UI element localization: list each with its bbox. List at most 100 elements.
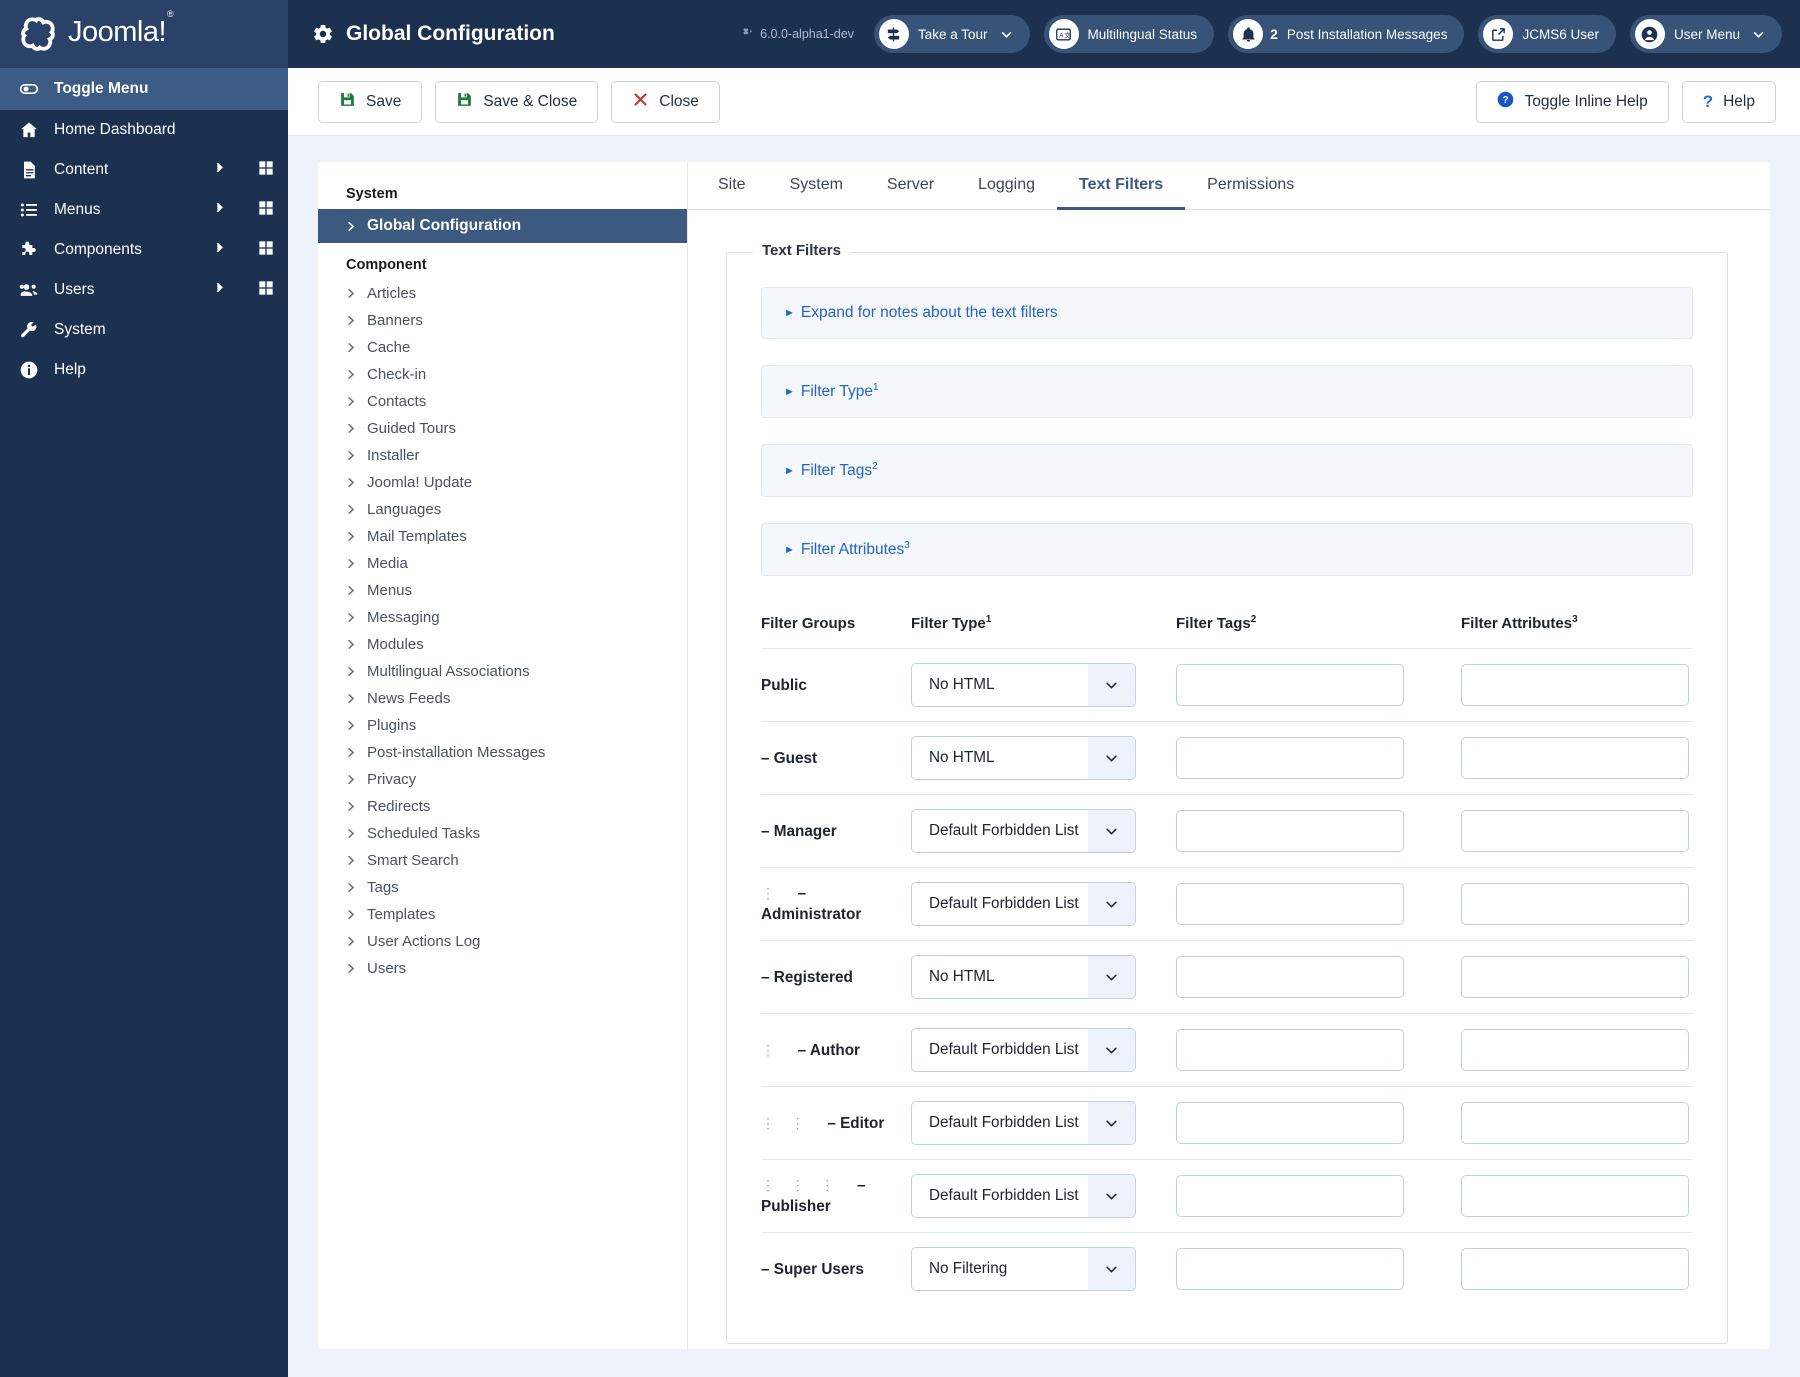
user-menu-button[interactable]: User Menu [1629, 15, 1782, 53]
accordion-filter-attributes[interactable]: ► Filter Attributes3 [761, 523, 1693, 577]
filter-tags-input-manager[interactable] [1176, 810, 1404, 853]
sidebar-item-content[interactable]: Content [0, 150, 288, 190]
config-item-post-installation-messages[interactable]: Post-installation Messages [318, 739, 687, 766]
filter-tags-input-publisher[interactable] [1176, 1175, 1404, 1218]
config-item-messaging[interactable]: Messaging [318, 604, 687, 631]
config-item-mail-templates[interactable]: Mail Templates [318, 523, 687, 550]
filter-type-select-publisher[interactable]: Default Forbidden List [911, 1174, 1136, 1219]
config-item-tags[interactable]: Tags [318, 874, 687, 901]
filter-type-select-manager[interactable]: Default Forbidden List [911, 809, 1136, 854]
config-item-guided-tours[interactable]: Guided Tours [318, 415, 687, 442]
config-item-news-feeds[interactable]: News Feeds [318, 685, 687, 712]
config-item-plugins[interactable]: Plugins [318, 712, 687, 739]
config-item-menus[interactable]: Menus [318, 577, 687, 604]
close-button[interactable]: Close [611, 80, 720, 123]
tab-permissions[interactable]: Permissions [1185, 162, 1316, 210]
accordion-filter-tags[interactable]: ► Filter Tags2 [761, 444, 1693, 498]
config-item-installer[interactable]: Installer [318, 442, 687, 469]
config-item-smart-search[interactable]: Smart Search [318, 847, 687, 874]
save-button[interactable]: Save [318, 80, 423, 123]
filter-attributes-input-administrator[interactable] [1461, 883, 1689, 926]
config-item-templates[interactable]: Templates [318, 901, 687, 928]
sidebar-item-components[interactable]: Components [0, 230, 288, 270]
grid-dashboard-icon[interactable] [258, 280, 274, 301]
config-item-privacy[interactable]: Privacy [318, 766, 687, 793]
config-item-user-actions-log[interactable]: User Actions Log [318, 928, 687, 955]
filter-type-select-administrator[interactable]: Default Forbidden List [911, 882, 1136, 927]
filter-attributes-input-registered[interactable] [1461, 956, 1689, 999]
config-item-articles[interactable]: Articles [318, 280, 687, 307]
filter-type-select-super-users[interactable]: No Filtering [911, 1247, 1136, 1292]
sidebar-item-help[interactable]: Help [0, 350, 288, 390]
chevron-right-icon[interactable] [213, 201, 226, 219]
config-item-contacts[interactable]: Contacts [318, 388, 687, 415]
filter-attributes-input-editor[interactable] [1461, 1102, 1689, 1145]
config-item-media[interactable]: Media [318, 550, 687, 577]
question-mark-icon: ? [1702, 91, 1714, 111]
text-filters-table-body: Public No HTML – Guest No HTML – Manager Defa… [761, 648, 1693, 1306]
toggle-inline-help-button[interactable]: ? Toggle Inline Help [1476, 80, 1669, 123]
save-and-close-button[interactable]: Save & Close [435, 80, 599, 123]
accordion-notes[interactable]: ► Expand for notes about the text filters [761, 287, 1693, 339]
tab-logging[interactable]: Logging [956, 162, 1057, 210]
tab-system[interactable]: System [768, 162, 865, 210]
filter-type-value: Default Forbidden List [929, 822, 1079, 840]
filter-type-select-author[interactable]: Default Forbidden List [911, 1028, 1136, 1073]
filter-tags-input-guest[interactable] [1176, 737, 1404, 780]
multilingual-status-button[interactable]: A文 Multilingual Status [1043, 15, 1215, 53]
sidebar-item-users[interactable]: Users [0, 270, 288, 310]
filter-type-select-registered[interactable]: No HTML [911, 955, 1136, 1000]
filter-attributes-input-public[interactable] [1461, 664, 1689, 707]
config-item-banners[interactable]: Banners [318, 307, 687, 334]
chevron-right-icon[interactable] [213, 161, 226, 179]
grid-dashboard-icon[interactable] [258, 240, 274, 261]
filter-tags-input-super-users[interactable] [1176, 1248, 1404, 1291]
filter-tags-input-author[interactable] [1176, 1029, 1404, 1072]
post-installation-messages-button[interactable]: 2 Post Installation Messages [1228, 15, 1465, 53]
home-icon [18, 120, 40, 140]
help-button[interactable]: ? Help [1681, 80, 1776, 123]
tab-text-filters[interactable]: Text Filters [1057, 162, 1186, 210]
filter-attributes-input-publisher[interactable] [1461, 1175, 1689, 1218]
tab-server[interactable]: Server [865, 162, 956, 210]
take-a-tour-button[interactable]: Take a Tour [873, 15, 1030, 53]
config-item-check-in[interactable]: Check-in [318, 361, 687, 388]
filter-attributes-input-author[interactable] [1461, 1029, 1689, 1072]
filter-type-select-public[interactable]: No HTML [911, 663, 1136, 708]
config-item-users[interactable]: Users [318, 955, 687, 982]
brand-area[interactable]: Joomla!® [0, 0, 288, 68]
filter-type-value: Default Forbidden List [929, 1114, 1079, 1132]
filter-attributes-input-guest[interactable] [1461, 737, 1689, 780]
action-toolbar: Save Save & Close Close ? Toggle Inline … [288, 68, 1800, 136]
config-item-joomla-update[interactable]: Joomla! Update [318, 469, 687, 496]
sidebar-item-home-dashboard[interactable]: Home Dashboard [0, 110, 288, 150]
config-item-redirects[interactable]: Redirects [318, 793, 687, 820]
sidebar-item-system[interactable]: System [0, 310, 288, 350]
filter-type-select-editor[interactable]: Default Forbidden List [911, 1101, 1136, 1146]
site-preview-button[interactable]: JCMS6 User [1478, 15, 1616, 53]
sidebar-item-toggle-menu[interactable]: Toggle Menu [0, 68, 288, 110]
filter-tags-input-editor[interactable] [1176, 1102, 1404, 1145]
accordion-filter-type[interactable]: ► Filter Type1 [761, 365, 1693, 419]
config-component-items: Articles Banners Cache Check-in Contacts Guid… [318, 280, 687, 982]
config-item-cache[interactable]: Cache [318, 334, 687, 361]
filter-tags-input-administrator[interactable] [1176, 883, 1404, 926]
filter-tags-input-registered[interactable] [1176, 956, 1404, 999]
filter-attributes-input-manager[interactable] [1461, 810, 1689, 853]
grid-dashboard-icon[interactable] [258, 200, 274, 221]
config-item-languages[interactable]: Languages [318, 496, 687, 523]
filter-type-select-guest[interactable]: No HTML [911, 736, 1136, 781]
config-item-scheduled-tasks[interactable]: Scheduled Tasks [318, 820, 687, 847]
config-item-global-configuration[interactable]: Global Configuration [318, 209, 687, 243]
filter-tags-input-public[interactable] [1176, 664, 1404, 707]
chevron-right-icon[interactable] [213, 281, 226, 299]
chevron-right-icon[interactable] [213, 241, 226, 259]
grid-dashboard-icon[interactable] [258, 160, 274, 181]
config-item-modules[interactable]: Modules [318, 631, 687, 658]
config-item-label: Articles [367, 285, 417, 302]
chevron-right-icon [348, 423, 355, 434]
tab-site[interactable]: Site [696, 162, 768, 210]
filter-attributes-input-super-users[interactable] [1461, 1248, 1689, 1291]
config-item-multilingual-associations[interactable]: Multilingual Associations [318, 658, 687, 685]
sidebar-item-menus[interactable]: Menus [0, 190, 288, 230]
